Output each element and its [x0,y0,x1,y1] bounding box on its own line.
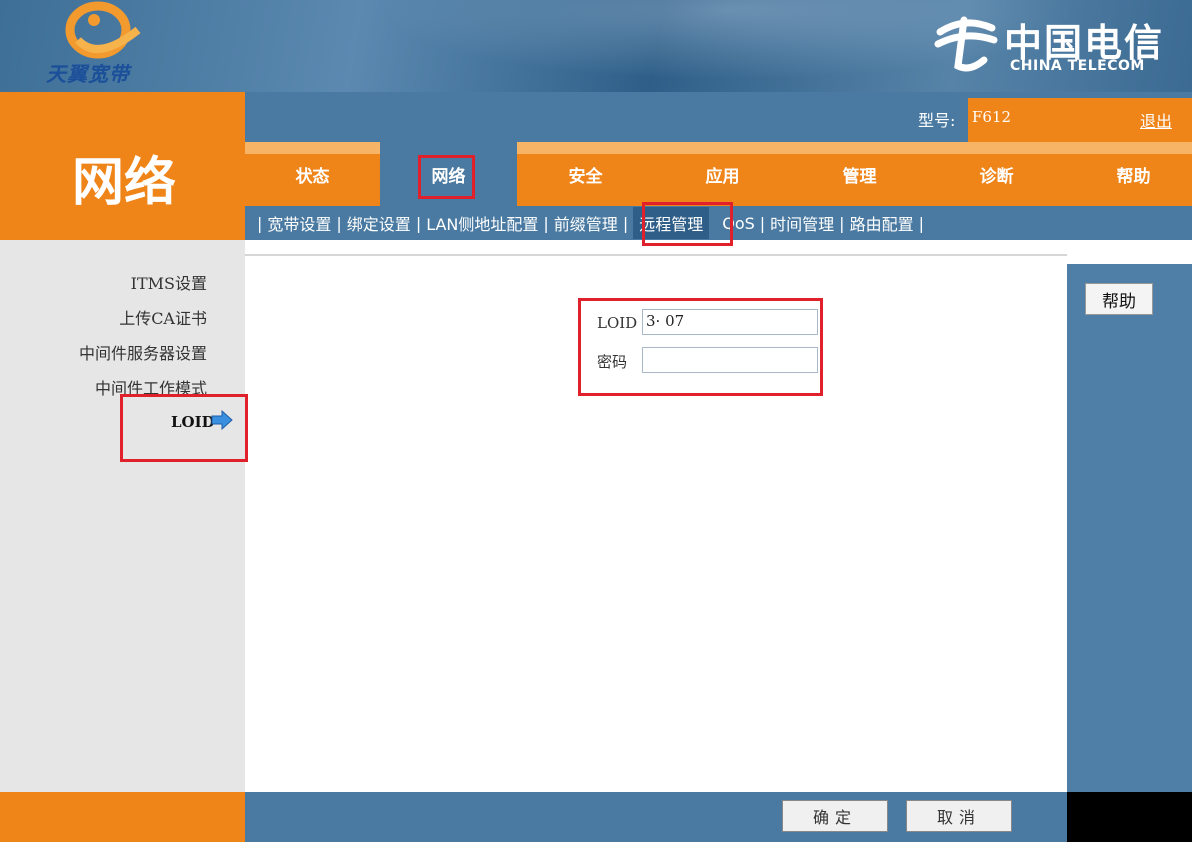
subnav-binding-settings[interactable]: 绑定设置 [347,211,411,235]
tab-help[interactable]: 帮助 [1065,142,1192,206]
highlight-loid-form [578,298,823,396]
highlight-network-tab [418,155,475,199]
tab-management[interactable]: 管理 [791,142,928,206]
tab-security[interactable]: 安全 [517,142,654,206]
subnav-prefix-management[interactable]: 前缀管理 [554,211,618,235]
model-label: 型号: [918,111,956,130]
subnav-routing-config[interactable]: 路由配置 [850,211,914,235]
highlight-loid-sidebar [120,394,248,462]
tab-status[interactable]: 状态 [245,142,380,206]
tianyi-logo: 天翼宽带 [28,0,168,90]
footer-right [1067,792,1192,842]
tab-application[interactable]: 应用 [654,142,791,206]
tianyi-swirl-icon [65,1,141,59]
subnav-broadband-settings[interactable]: 宽带设置 [267,211,331,235]
page-title: 网络 [72,153,177,213]
right-panel [1067,264,1192,792]
cancel-button[interactable]: 取消 [906,800,1012,832]
china-telecom-en-text: CHINA TELECOM [1010,58,1145,74]
subnav-time-management[interactable]: 时间管理 [770,211,834,235]
footer-left [0,792,245,842]
model-value: F612 [972,108,1012,126]
confirm-button[interactable]: 确定 [782,800,888,832]
highlight-remote-management [642,202,733,246]
china-telecom-logo: 中国电信 CHINA TELECOM [930,10,1170,82]
sidebar-item-middleware-server[interactable]: 中间件服务器设置 [79,340,207,364]
sub-nav-items: | 宽带设置 | 绑定设置 | LAN侧地址配置 | 前缀管理 | 远程管理 Q… [252,206,929,240]
tab-diagnosis[interactable]: 诊断 [928,142,1065,206]
subnav-lan-address[interactable]: LAN侧地址配置 [426,211,538,235]
tianyi-brand-text: 天翼宽带 [46,62,130,86]
sidebar-item-itms[interactable]: ITMS设置 [131,270,207,294]
sidebar-item-upload-ca[interactable]: 上传CA证书 [119,305,207,329]
china-telecom-emblem-icon [934,16,998,72]
logout-link[interactable]: 退出 [1140,108,1172,132]
help-button[interactable]: 帮助 [1085,283,1153,315]
